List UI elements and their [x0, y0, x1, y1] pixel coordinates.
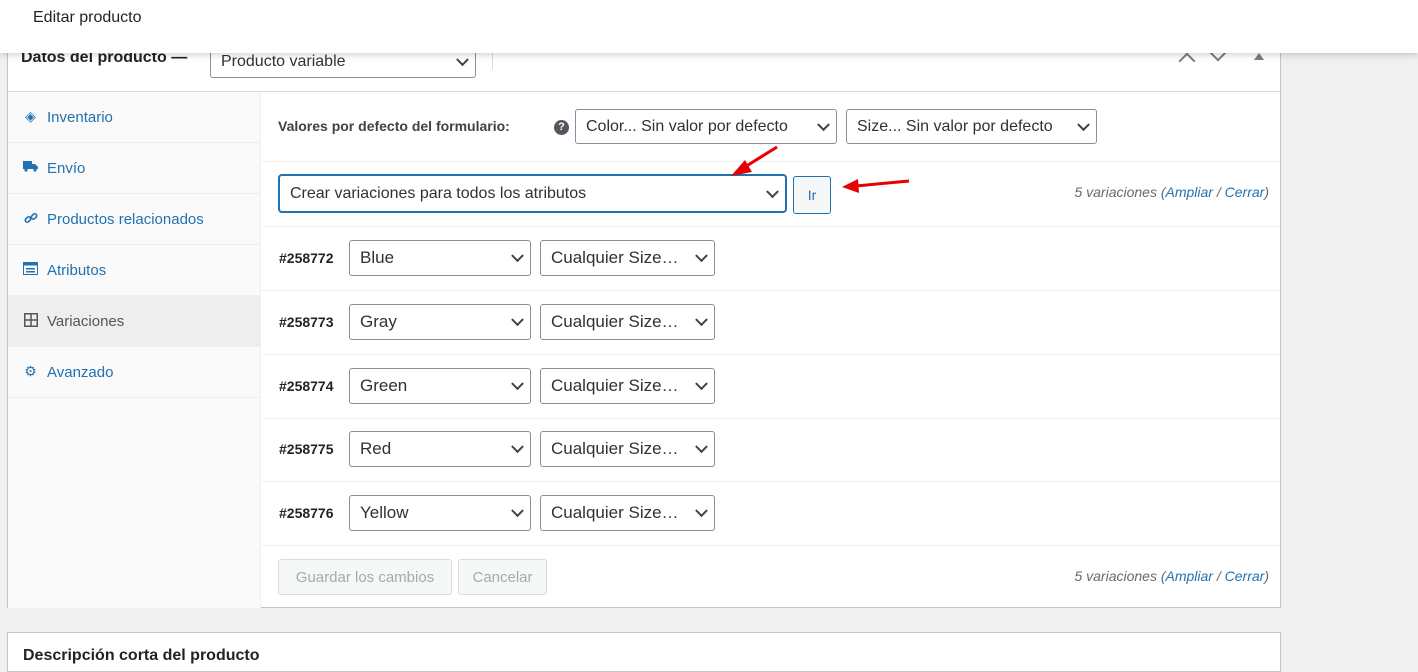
variation-color-value: Blue — [360, 248, 395, 267]
tab-label: Envío — [47, 160, 86, 177]
short-description-box: Descripción corta del producto — [7, 632, 1281, 672]
chevron-down-icon — [511, 440, 524, 454]
chevron-down-icon — [456, 53, 469, 67]
chevron-down-icon — [817, 117, 830, 131]
tab-label: Atributos — [47, 262, 107, 279]
variation-size-value: Cualquier Size… — [551, 248, 679, 267]
bulk-action-value: Crear variaciones para todos los atribut… — [290, 184, 587, 202]
tab-label: Inventario — [47, 109, 113, 126]
variation-row: #258774 Green Cualquier Size… — [262, 355, 1280, 419]
variation-id: #258776 — [279, 505, 334, 521]
variation-count: 5 variaciones (Ampliar / Cerrar) — [1074, 184, 1269, 200]
variation-row: #258772 Blue Cualquier Size… — [262, 227, 1280, 291]
gear-icon: ⚙ — [24, 363, 37, 379]
variation-color-select[interactable]: Yellow — [349, 495, 531, 531]
variation-color-value: Green — [360, 376, 408, 395]
variation-id: #258775 — [279, 441, 334, 457]
chevron-down-icon — [511, 377, 524, 391]
variation-size-select[interactable]: Cualquier Size… — [540, 495, 715, 531]
help-icon[interactable]: ? — [554, 120, 569, 135]
list-icon — [23, 262, 38, 277]
page-title: Editar producto — [33, 9, 142, 26]
expand-link[interactable]: Ampliar — [1166, 568, 1213, 584]
chevron-down-icon — [695, 377, 708, 391]
expand-link[interactable]: Ampliar — [1166, 184, 1213, 200]
bulk-action-select[interactable]: Crear variaciones para todos los atribut… — [279, 175, 786, 212]
variations-panel: Valores por defecto del formulario: ? Co… — [262, 92, 1280, 608]
variation-id: #258772 — [279, 250, 334, 266]
link-icon — [23, 211, 38, 226]
default-size-select[interactable]: Size... Sin valor por defecto — [846, 109, 1097, 144]
product-data-box: Datos del producto — Producto variable ◈… — [7, 40, 1281, 608]
variation-size-select[interactable]: Cualquier Size… — [540, 368, 715, 404]
chevron-down-icon — [695, 249, 708, 263]
tag-icon: ◈ — [25, 108, 36, 124]
default-color-value: Color... Sin valor por defecto — [586, 117, 788, 135]
variation-row: #258776 Yellow Cualquier Size… — [262, 482, 1280, 546]
chevron-down-icon — [511, 313, 524, 327]
tab-inventario[interactable]: ◈ Inventario — [8, 92, 261, 143]
variation-id: #258773 — [279, 314, 334, 330]
variation-color-value: Yellow — [360, 503, 409, 522]
variation-size-select[interactable]: Cualquier Size… — [540, 431, 715, 467]
chevron-down-icon — [766, 184, 779, 198]
default-size-value: Size... Sin valor por defecto — [857, 117, 1053, 135]
chevron-down-icon — [1077, 117, 1090, 131]
go-button[interactable]: Ir — [793, 176, 831, 214]
variation-color-select[interactable]: Red — [349, 431, 531, 467]
close-link[interactable]: Cerrar — [1225, 184, 1265, 200]
variation-id: #258774 — [279, 378, 334, 394]
top-bar: Editar producto — [0, 0, 1418, 53]
tab-label: Variaciones — [47, 313, 125, 330]
variation-size-select[interactable]: Cualquier Size… — [540, 304, 715, 340]
variation-color-select[interactable]: Blue — [349, 240, 531, 276]
tab-atributos[interactable]: Atributos — [8, 245, 261, 296]
variation-row: #258773 Gray Cualquier Size… — [262, 291, 1280, 355]
variation-color-select[interactable]: Green — [349, 368, 531, 404]
chevron-down-icon — [695, 504, 708, 518]
truck-icon — [23, 160, 38, 175]
chevron-down-icon — [511, 249, 524, 263]
move-up-icon[interactable] — [1178, 52, 1196, 70]
separator: / — [1212, 184, 1225, 200]
tab-label: Avanzado — [47, 364, 114, 381]
short-description-title: Descripción corta del producto — [23, 647, 260, 664]
tab-avanzado[interactable]: ⚙ Avanzado — [8, 347, 261, 398]
variation-size-value: Cualquier Size… — [551, 503, 679, 522]
separator: / — [1212, 568, 1225, 584]
variation-color-select[interactable]: Gray — [349, 304, 531, 340]
variation-size-value: Cualquier Size… — [551, 312, 679, 331]
default-values-row: Valores por defecto del formulario: ? Co… — [262, 92, 1280, 162]
default-values-label: Valores por defecto del formulario: — [278, 118, 510, 134]
product-type-value: Producto variable — [221, 53, 346, 70]
tab-envio[interactable]: Envío — [8, 143, 261, 194]
variation-count: 5 variaciones (Ampliar / Cerrar) — [1074, 568, 1269, 584]
bulk-actions-row: Crear variaciones para todos los atribut… — [262, 162, 1280, 227]
chevron-down-icon — [695, 440, 708, 454]
variation-row: #258775 Red Cualquier Size… — [262, 419, 1280, 482]
product-data-tabs: ◈ Inventario Envío Productos relacionado… — [8, 92, 261, 608]
variation-count-text: 5 variaciones ( — [1074, 568, 1166, 584]
tab-variaciones[interactable]: Variaciones — [8, 296, 261, 347]
cancel-button[interactable]: Cancelar — [458, 559, 547, 595]
footer-row: Guardar los cambios Cancelar 5 variacion… — [262, 546, 1280, 608]
default-color-select[interactable]: Color... Sin valor por defecto — [575, 109, 837, 144]
close-link[interactable]: Cerrar — [1225, 568, 1265, 584]
grid-icon — [23, 313, 38, 328]
chevron-down-icon — [695, 313, 708, 327]
save-changes-button[interactable]: Guardar los cambios — [278, 559, 452, 595]
tab-productos-relacionados[interactable]: Productos relacionados — [8, 194, 261, 245]
variation-count-text: 5 variaciones ( — [1074, 184, 1166, 200]
paren: ) — [1264, 184, 1269, 200]
variation-color-value: Gray — [360, 312, 397, 331]
variation-color-value: Red — [360, 439, 392, 458]
variation-size-value: Cualquier Size… — [551, 376, 679, 395]
variation-size-value: Cualquier Size… — [551, 439, 679, 458]
tab-label: Productos relacionados — [47, 211, 204, 228]
variation-size-select[interactable]: Cualquier Size… — [540, 240, 715, 276]
paren: ) — [1264, 568, 1269, 584]
collapse-toggle-icon[interactable] — [1254, 53, 1264, 60]
chevron-down-icon — [511, 504, 524, 518]
